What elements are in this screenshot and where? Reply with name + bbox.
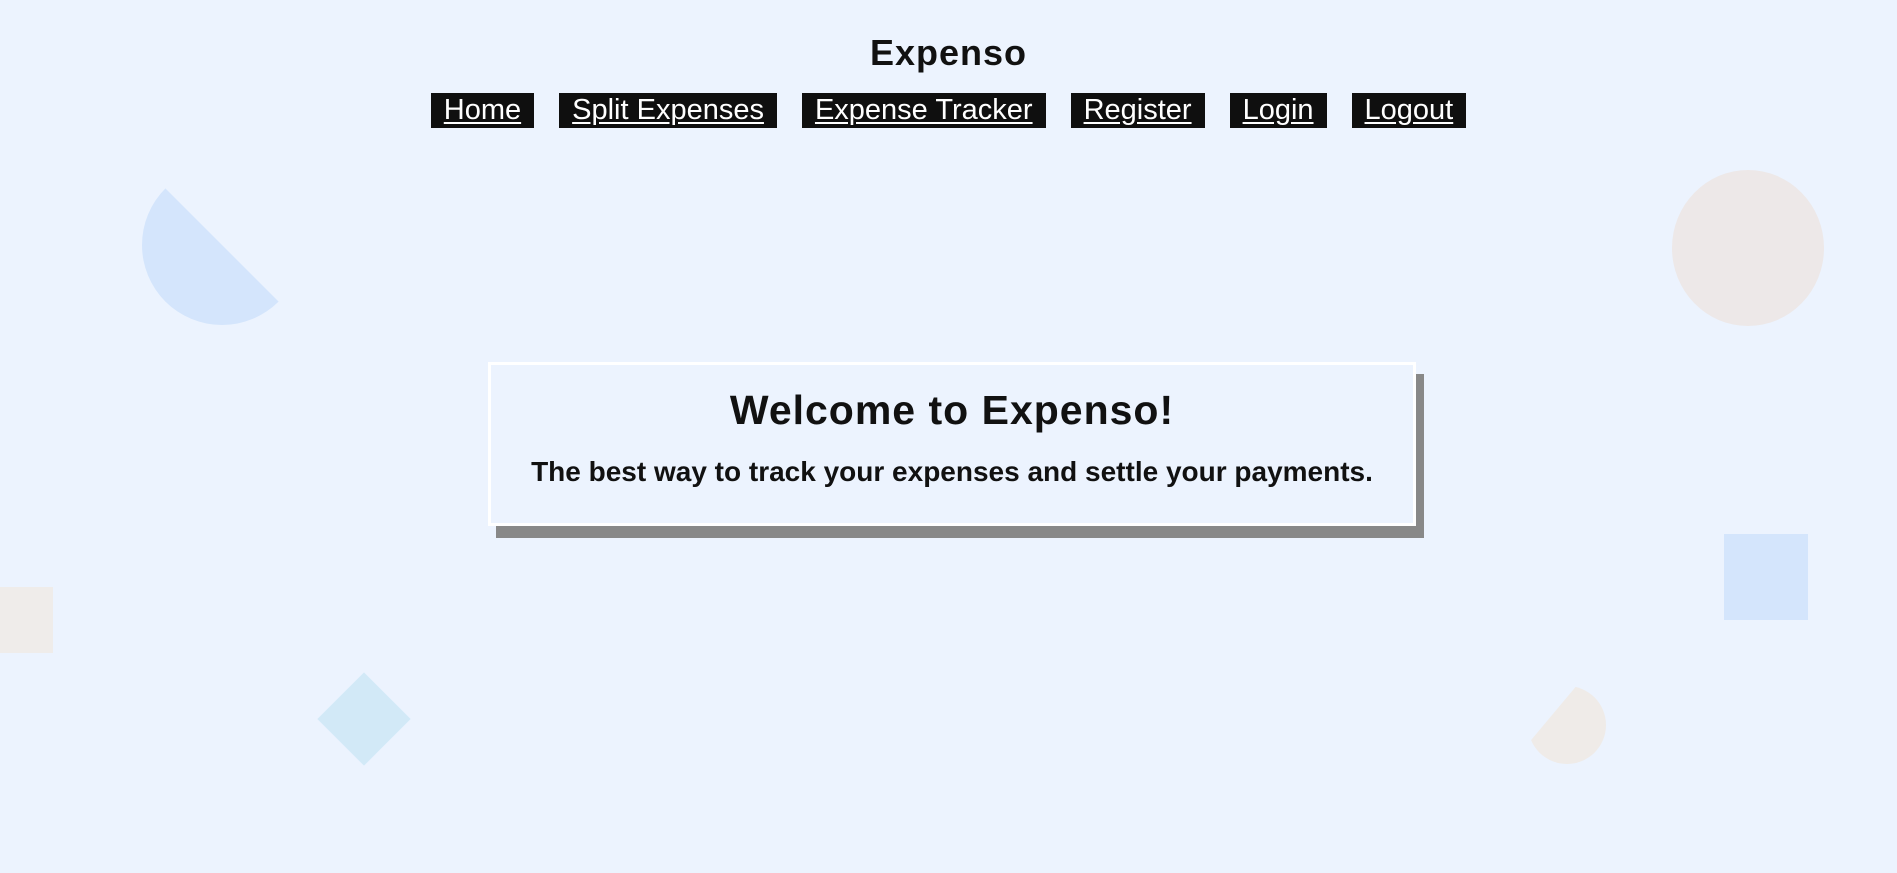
nav-link-register[interactable]: Register — [1070, 93, 1205, 128]
decorative-rectangle — [0, 587, 53, 653]
decorative-half-circle — [142, 165, 302, 325]
welcome-card: Welcome to Expenso! The best way to trac… — [488, 362, 1416, 526]
decorative-square — [1724, 534, 1808, 620]
nav-link-logout[interactable]: Logout — [1351, 93, 1467, 128]
main-nav: Home Split Expenses Expense Tracker Regi… — [0, 93, 1897, 128]
nav-link-split-expenses[interactable]: Split Expenses — [559, 93, 777, 128]
decorative-circle — [1672, 170, 1824, 326]
decorative-diamond — [317, 672, 411, 766]
welcome-tagline: The best way to track your expenses and … — [531, 456, 1373, 487]
app-title: Expenso — [869, 32, 1028, 73]
nav-link-home[interactable]: Home — [430, 93, 535, 128]
welcome-heading: Welcome to Expenso! — [729, 387, 1175, 433]
nav-link-expense-tracker[interactable]: Expense Tracker — [801, 93, 1046, 128]
decorative-partial-circle — [1528, 686, 1606, 764]
nav-link-login[interactable]: Login — [1229, 93, 1327, 128]
